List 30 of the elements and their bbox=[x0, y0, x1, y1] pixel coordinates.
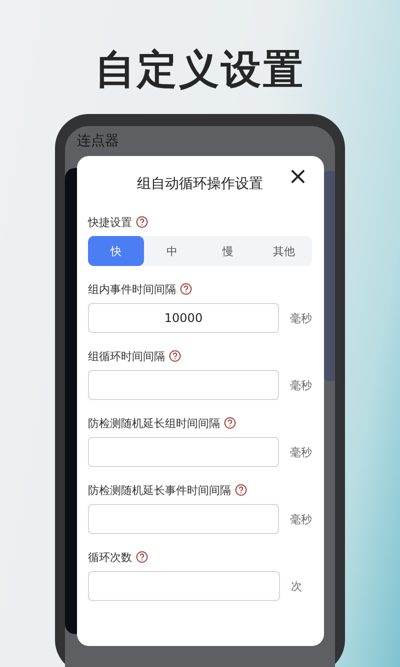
field-label: 组循环时间间隔 bbox=[88, 348, 165, 364]
input-field[interactable]: 10000 bbox=[88, 303, 279, 333]
speed-option[interactable]: 其他 bbox=[256, 236, 312, 266]
input-field[interactable] bbox=[88, 504, 279, 534]
headline: 自定义设置 bbox=[94, 46, 306, 95]
dialog-title: 组自动循环操作设置 bbox=[137, 175, 263, 193]
speed-option[interactable]: 快 bbox=[88, 236, 144, 266]
unit-label: 次 bbox=[291, 578, 302, 594]
unit-label: 毫秒 bbox=[290, 310, 312, 326]
input-field[interactable] bbox=[88, 370, 279, 400]
app-title: 连点器 bbox=[76, 132, 120, 150]
help-icon[interactable] bbox=[136, 551, 148, 563]
field-label: 防检测随机延长事件时间间隔 bbox=[88, 482, 231, 498]
field-label: 防检测随机延长组时间间隔 bbox=[88, 416, 220, 430]
close-button[interactable]: × bbox=[288, 164, 308, 188]
input-field[interactable] bbox=[88, 437, 279, 467]
help-icon[interactable] bbox=[224, 417, 236, 429]
field-label: 组内事件时间间隔 bbox=[88, 282, 176, 296]
help-icon[interactable] bbox=[235, 484, 247, 496]
field-label: 快捷设置 bbox=[88, 214, 132, 230]
speed-option[interactable]: 中 bbox=[144, 236, 200, 266]
help-icon[interactable] bbox=[169, 350, 181, 362]
speed-option[interactable]: 慢 bbox=[200, 236, 256, 266]
input-field[interactable] bbox=[88, 571, 280, 601]
unit-label: 毫秒 bbox=[290, 378, 312, 392]
unit-label: 毫秒 bbox=[290, 444, 312, 460]
field-label: 循环次数 bbox=[88, 550, 132, 564]
unit-label: 毫秒 bbox=[290, 512, 312, 526]
help-icon[interactable] bbox=[136, 216, 148, 228]
help-icon[interactable] bbox=[180, 283, 192, 295]
